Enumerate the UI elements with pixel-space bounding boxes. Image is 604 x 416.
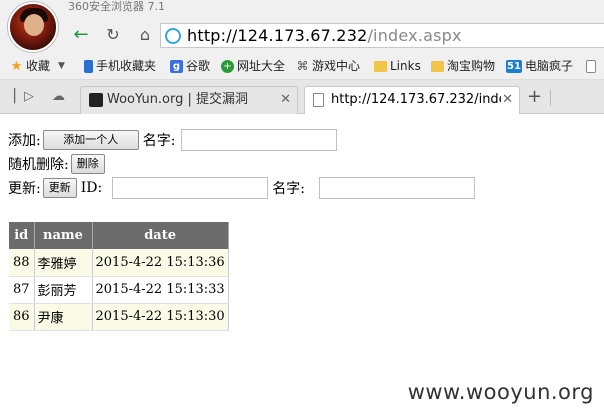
app-title: 360安全浏览器 7.1: [68, 0, 165, 13]
bookmark-site-directory[interactable]: + 网址大全: [221, 57, 285, 75]
badge-51-icon: 51: [506, 59, 522, 73]
update-row: 更新: 更新 ID: 名字:: [8, 176, 475, 200]
google-icon: g: [170, 59, 183, 73]
table-header-row: id name date: [9, 222, 229, 249]
phone-icon: [84, 59, 93, 73]
site-security-icon: [165, 28, 181, 44]
title-bar: 360安全浏览器 7.1: [0, 0, 604, 18]
tab-title: http://124.173.67.232/index.aspx: [331, 92, 501, 107]
bookmark-label: 网址大全: [237, 59, 286, 73]
id-label: ID:: [80, 180, 103, 196]
avatar-face: [24, 14, 44, 36]
cell-name: 彭丽芳: [34, 276, 93, 304]
cell-name: 李雅婷: [34, 249, 93, 277]
add-person-button[interactable]: 添加一个人: [42, 130, 139, 150]
table-row: 87 彭丽芳 2015-4-22 15:13:33: [9, 276, 229, 304]
bookmark-mobile-favorites[interactable]: 手机收藏夹: [84, 57, 156, 75]
update-name-input[interactable]: [318, 177, 475, 199]
navigation-bar: ← ↻ ⌂ http://124.173.67.232/index.aspx: [0, 18, 604, 52]
sidebar-toggle-icon[interactable]: ▏▷: [14, 89, 34, 104]
update-label: 更新:: [8, 181, 41, 197]
address-url[interactable]: http://124.173.67.232/index.aspx: [187, 25, 462, 47]
gamepad-icon: ⌘: [296, 58, 309, 73]
bookmark-page[interactable]: [586, 57, 599, 75]
back-arrow-icon[interactable]: ←: [70, 24, 92, 46]
folder-icon: [431, 60, 444, 72]
page-favicon: [313, 93, 324, 107]
tab-title: WooYun.org | 提交漏洞: [107, 92, 249, 107]
bookmark-label: 游戏中心: [312, 59, 361, 73]
bookmark-label: Links: [390, 59, 421, 73]
close-icon[interactable]: ✕: [280, 87, 291, 113]
bookmark-google[interactable]: g 谷歌: [170, 57, 210, 75]
bookmark-taobao-folder[interactable]: 淘宝购物: [431, 57, 495, 75]
add-row: 添加: 添加一个人 名字:: [8, 128, 338, 152]
column-header-name: name: [34, 222, 93, 249]
address-path: /index.aspx: [367, 26, 462, 45]
bookmark-pc-crazy[interactable]: 51 电脑疯子: [506, 57, 573, 75]
cell-date: 2015-4-22 15:13:36: [92, 249, 229, 277]
bookmark-label: 电脑疯子: [525, 59, 574, 73]
delete-button[interactable]: 删除: [70, 154, 105, 174]
bookmark-label: 谷歌: [186, 59, 211, 73]
add-label: 添加:: [8, 133, 41, 149]
bookmark-label: 手机收藏夹: [96, 59, 157, 73]
tab-separator: [550, 90, 551, 106]
cell-date: 2015-4-22 15:13:30: [92, 303, 229, 331]
home-icon[interactable]: ⌂: [134, 24, 156, 46]
cloud-icon[interactable]: ☁: [52, 89, 65, 104]
column-header-date: date: [92, 222, 229, 249]
name-label: 名字:: [142, 133, 176, 149]
update-name-label: 名字:: [272, 181, 305, 197]
new-tab-plus-icon[interactable]: +: [527, 86, 542, 108]
wooyun-favicon: [89, 93, 103, 107]
cell-name: 尹康: [34, 303, 93, 331]
folder-icon: [374, 60, 387, 72]
cell-id: 86: [9, 303, 35, 331]
address-host: http://124.173.67.232: [187, 26, 368, 45]
refresh-icon[interactable]: ↻: [102, 24, 124, 46]
people-table: id name date 88 李雅婷 2015-4-22 15:13:36 8…: [9, 222, 229, 331]
watermark: www.wooyun.org: [407, 380, 594, 404]
bookmark-game-center[interactable]: ⌘ 游戏中心: [296, 57, 361, 75]
page-icon: [586, 59, 596, 73]
bookmark-favorites[interactable]: ★ 收藏 ▼: [10, 57, 65, 75]
column-header-id: id: [9, 222, 35, 249]
table-row: 86 尹康 2015-4-22 15:13:30: [9, 303, 229, 331]
cell-date: 2015-4-22 15:13:33: [92, 276, 229, 304]
star-icon: ★: [10, 58, 23, 74]
chevron-down-icon[interactable]: ▼: [58, 57, 65, 75]
update-button[interactable]: 更新: [42, 178, 77, 198]
plus-icon: +: [221, 59, 234, 73]
tab-index-aspx[interactable]: http://124.173.67.232/index.aspx ✕: [304, 86, 520, 114]
bookmark-label: 收藏: [26, 59, 51, 73]
tab-wooyun[interactable]: WooYun.org | 提交漏洞 ✕: [80, 86, 298, 114]
random-delete-label: 随机删除:: [8, 157, 69, 173]
id-input[interactable]: [112, 177, 269, 199]
user-avatar[interactable]: [8, 2, 58, 52]
bookmark-label: 淘宝购物: [447, 59, 496, 73]
address-bar[interactable]: http://124.173.67.232/index.aspx: [160, 23, 604, 48]
cell-id: 87: [9, 276, 35, 304]
tabs-bar: ▏▷ ☁ WooYun.org | 提交漏洞 ✕ http://124.173.…: [0, 80, 604, 114]
random-delete-row: 随机删除: 删除: [8, 152, 109, 176]
cell-id: 88: [9, 249, 35, 277]
name-input[interactable]: [181, 129, 338, 151]
close-icon[interactable]: ✕: [502, 87, 513, 113]
table-row: 88 李雅婷 2015-4-22 15:13:36: [9, 249, 229, 277]
bookmark-links-folder[interactable]: Links: [374, 57, 421, 75]
page-content: 添加: 添加一个人 名字: 随机删除: 删除 更新: 更新 ID: 名字: id…: [0, 115, 604, 416]
bookmarks-bar: ★ 收藏 ▼ 手机收藏夹 g 谷歌 + 网址大全 ⌘ 游戏中心 Links 淘宝…: [0, 52, 604, 80]
